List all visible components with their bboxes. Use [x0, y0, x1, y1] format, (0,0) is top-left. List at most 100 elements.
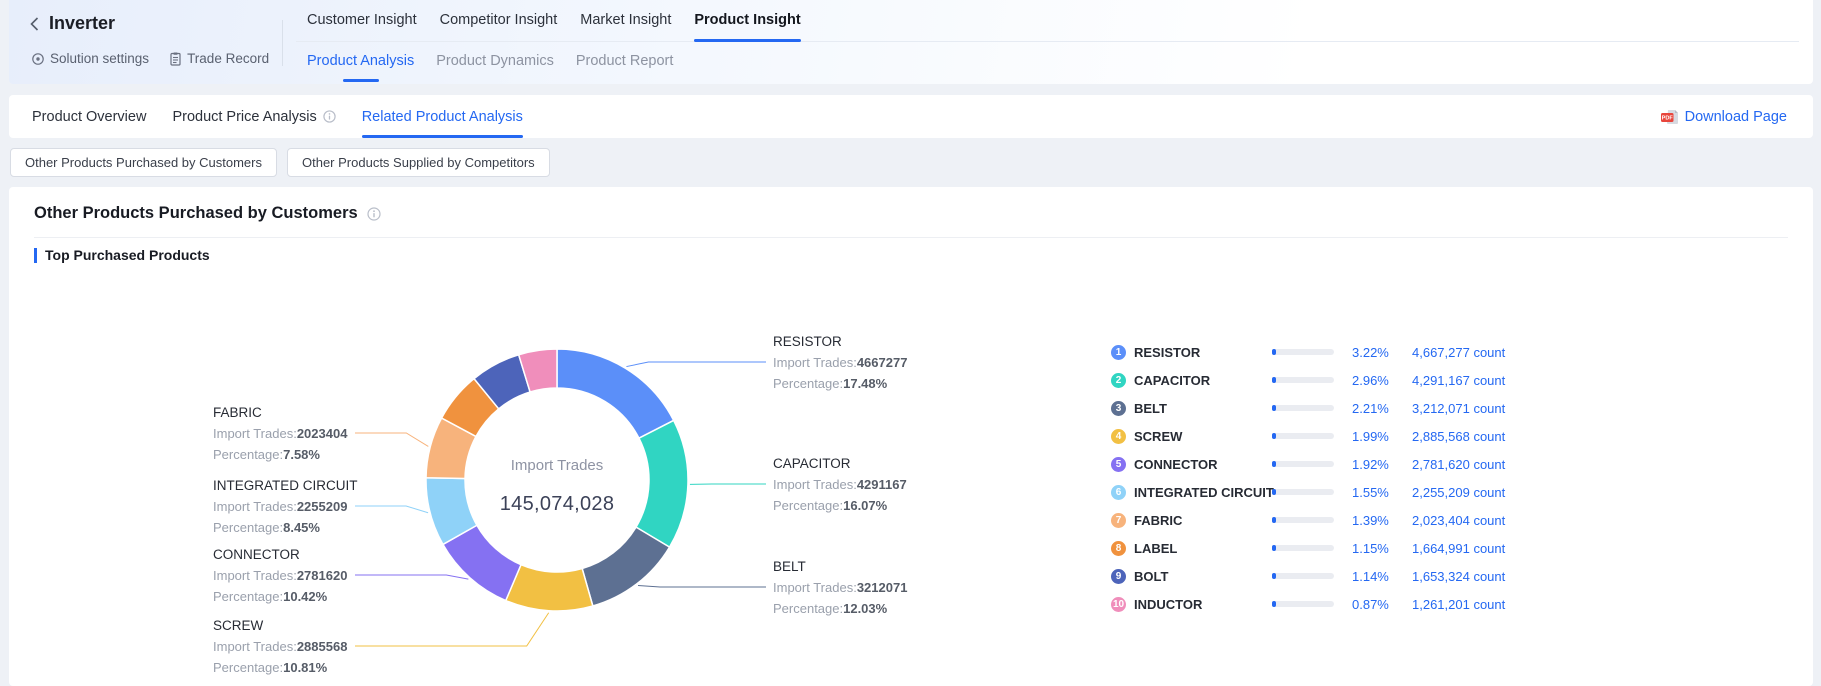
rank-row-9: 9BOLT1.14%1,653,324 count	[1111, 562, 1505, 590]
progress-bar	[1272, 405, 1334, 411]
tab-product-insight[interactable]: Product Insight	[694, 12, 800, 36]
rank-badge: 8	[1111, 541, 1126, 556]
donut-callout-integrated-circuit: INTEGRATED CIRCUITImport Trades:2255209P…	[213, 475, 388, 538]
callout-import-trades: Import Trades:2885568	[213, 636, 388, 657]
product-count: 4,291,167 count	[1412, 373, 1505, 388]
toolbar-tab-related-product-analysis[interactable]: Related Product Analysis	[362, 95, 523, 138]
rank-row-5: 5 CONNECTOR 1.92% 2,781,620 count	[1111, 450, 1505, 478]
callout-import-trades: Import Trades:2255209	[213, 496, 388, 517]
product-count: 2,023,404 count	[1412, 513, 1505, 528]
sub-tabs: Product Analysis Product Dynamics Product …	[307, 53, 673, 82]
product-count: 1,664,991 count	[1412, 541, 1505, 556]
donut-callout-screw: SCREWImport Trades:2885568Percentage:10.…	[213, 615, 388, 678]
progress-fill	[1272, 377, 1276, 383]
progress-fill	[1272, 517, 1276, 523]
download-page-link[interactable]: PDF Download Page	[1661, 95, 1787, 138]
rank-badge: 7	[1111, 513, 1126, 528]
progress-bar	[1272, 349, 1334, 355]
donut-callout-belt: BELTImport Trades:3212071Percentage:12.0…	[773, 556, 948, 619]
toolbar-tab-product-price-analysis[interactable]: Product Price Analysis	[172, 95, 335, 138]
progress-bar	[1272, 545, 1334, 551]
product-percentage: 1.92%	[1352, 457, 1398, 472]
product-count: 4,667,277 count	[1412, 345, 1505, 360]
solution-settings-link[interactable]: Solution settings	[31, 51, 149, 66]
product-name: LABEL	[1134, 541, 1272, 556]
progress-bar	[1272, 517, 1334, 523]
progress-fill	[1272, 573, 1276, 579]
filter-buttons: Other Products Purchased by Customers Oth…	[10, 148, 550, 177]
product-count: 2,781,620 count	[1412, 457, 1505, 472]
callout-import-trades: Import Trades:2023404	[213, 423, 388, 444]
tab-market-insight[interactable]: Market Insight	[580, 12, 671, 36]
filter-button-other-products-supplied-by-competitors[interactable]: Other Products Supplied by Competitors	[287, 148, 550, 177]
info-icon[interactable]	[323, 110, 336, 123]
product-percentage: 1.14%	[1352, 569, 1398, 584]
toolbar-tab-label: Product Price Analysis	[172, 109, 316, 125]
header-card: Inverter Solution settings Trade Record …	[9, 0, 1813, 84]
product-count: 2,255,209 count	[1412, 485, 1505, 500]
product-name: SCREW	[1134, 429, 1272, 444]
product-name: CONNECTOR	[1134, 457, 1272, 472]
tab-customer-insight[interactable]: Customer Insight	[307, 12, 417, 36]
filter-button-other-products-purchased-by-customers[interactable]: Other Products Purchased by Customers	[10, 148, 277, 177]
product-name: INDUCTOR	[1134, 597, 1272, 612]
progress-fill	[1272, 545, 1276, 551]
callout-import-trades: Import Trades:2781620	[213, 565, 388, 586]
rank-badge: 5	[1111, 457, 1126, 472]
progress-fill	[1272, 489, 1276, 495]
subtab-product-report[interactable]: Product Report	[576, 53, 674, 82]
trade-record-link[interactable]: Trade Record	[169, 51, 269, 66]
rank-row-2: 2CAPACITOR2.96%4,291,167 count	[1111, 366, 1505, 394]
subtab-product-analysis[interactable]: Product Analysis	[307, 53, 414, 82]
toolbar-tab-label: Product Overview	[32, 109, 146, 125]
rank-badge: 4	[1111, 429, 1126, 444]
tab-competitor-insight[interactable]: Competitor Insight	[440, 12, 558, 36]
callout-percentage: Percentage:17.48%	[773, 373, 948, 394]
rank-row-7: 7FABRIC1.39%2,023,404 count	[1111, 506, 1505, 534]
clipboard-icon	[169, 52, 182, 66]
callout-percentage: Percentage:7.58%	[213, 444, 388, 465]
callout-product-name: INTEGRATED CIRCUIT	[213, 475, 388, 496]
callout-percentage: Percentage:8.45%	[213, 517, 388, 538]
info-icon[interactable]	[367, 207, 381, 221]
toolbar-card: Product Overview Product Price Analysis Re…	[9, 95, 1813, 138]
product-name: FABRIC	[1134, 513, 1272, 528]
header-divider	[282, 20, 283, 66]
product-count: 1,653,324 count	[1412, 569, 1505, 584]
callout-import-trades: Import Trades:4291167	[773, 474, 948, 495]
callout-product-name: SCREW	[213, 615, 388, 636]
product-count: 3,212,071 count	[1412, 401, 1505, 416]
product-name: BELT	[1134, 401, 1272, 416]
gear-icon	[31, 52, 45, 66]
callout-percentage: Percentage:12.03%	[773, 598, 948, 619]
product-count: 2,885,568 count	[1412, 429, 1505, 444]
rank-badge: 2	[1111, 373, 1126, 388]
product-name: INTEGRATED CIRCUIT	[1134, 485, 1272, 500]
main-tabs: Customer Insight Competitor Insight Market…	[307, 12, 801, 36]
pdf-icon: PDF	[1661, 109, 1679, 125]
donut-callout-resistor: RESISTORImport Trades:4667277Percentage:…	[773, 331, 948, 394]
progress-bar	[1272, 433, 1334, 439]
back-icon[interactable]	[29, 16, 40, 32]
rank-row-6: 6INTEGRATED CIRCUIT1.55%2,255,209 count	[1111, 478, 1505, 506]
donut-callout-capacitor: CAPACITORImport Trades:4291167Percentage…	[773, 453, 948, 516]
rank-row-8: 8LABEL1.15%1,664,991 count	[1111, 534, 1505, 562]
subtab-product-dynamics[interactable]: Product Dynamics	[436, 53, 554, 82]
svg-text:PDF: PDF	[1661, 115, 1673, 121]
callout-percentage: Percentage:16.07%	[773, 495, 948, 516]
rank-row-10: 10INDUCTOR0.87%1,261,201 count	[1111, 590, 1505, 618]
top-products-list: 1RESISTOR3.22%4,667,277 count2CAPACITOR2…	[1111, 338, 1505, 618]
progress-fill	[1272, 601, 1276, 607]
donut-callout-connector: CONNECTORImport Trades:2781620Percentage…	[213, 544, 388, 607]
tabline	[296, 41, 1799, 42]
subtitle-accent-bar	[34, 248, 37, 263]
page-title: Inverter	[49, 13, 115, 34]
product-percentage: 3.22%	[1352, 345, 1398, 360]
product-percentage: 0.87%	[1352, 597, 1398, 612]
progress-bar	[1272, 461, 1334, 467]
donut-center-value: 145,074,028	[447, 493, 667, 516]
product-percentage: 2.96%	[1352, 373, 1398, 388]
toolbar-tab-product-overview[interactable]: Product Overview	[32, 95, 146, 138]
callout-percentage: Percentage:10.81%	[213, 657, 388, 678]
donut-center-label: Import Trades	[457, 457, 657, 474]
